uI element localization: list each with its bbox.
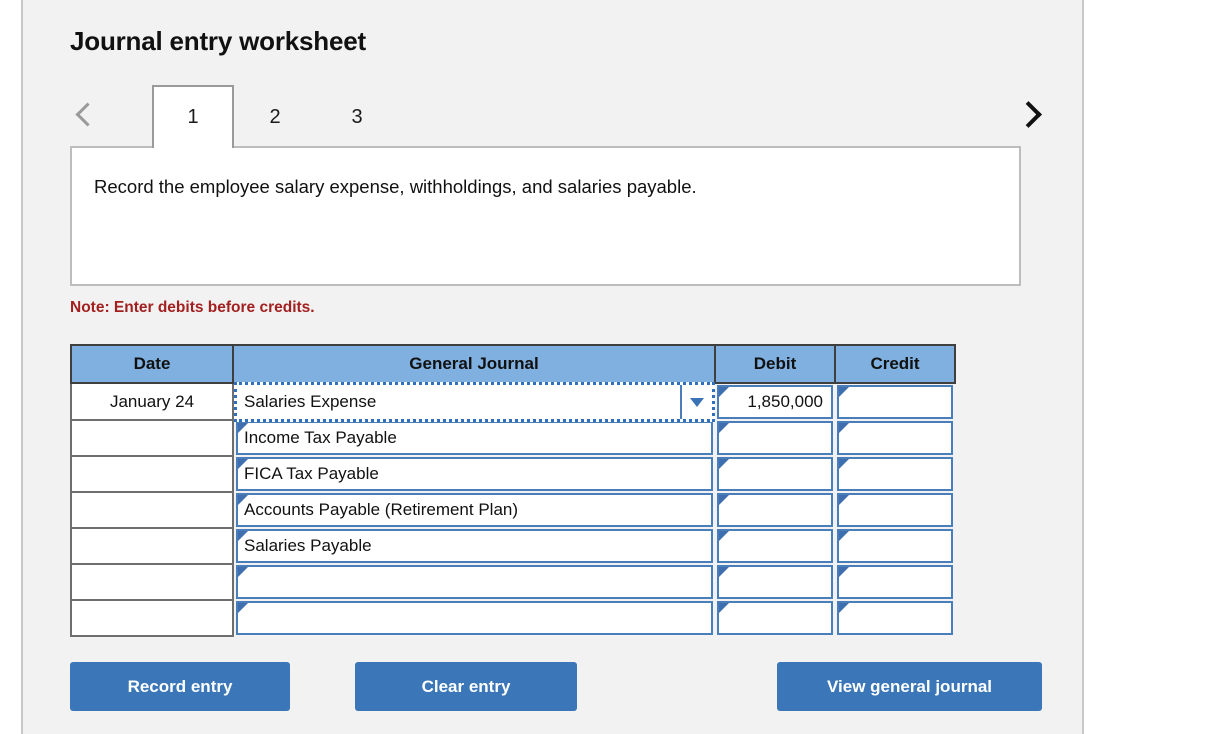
credit-input[interactable] bbox=[837, 565, 953, 599]
account-value: Salaries Payable bbox=[244, 536, 372, 555]
column-header-credit: Credit bbox=[834, 344, 956, 384]
clear-entry-button[interactable]: Clear entry bbox=[355, 662, 577, 711]
chevron-left-glyph bbox=[74, 101, 100, 127]
credit-cell[interactable] bbox=[835, 564, 955, 600]
credit-input[interactable] bbox=[837, 529, 953, 563]
account-select[interactable]: Salaries Expense bbox=[234, 382, 715, 422]
account-input[interactable]: Accounts Payable (Retirement Plan) bbox=[236, 493, 713, 527]
credit-cell[interactable] bbox=[835, 492, 955, 528]
account-value: FICA Tax Payable bbox=[244, 464, 379, 483]
date-cell[interactable] bbox=[70, 420, 234, 457]
credit-input[interactable] bbox=[837, 493, 953, 527]
worksheet-container: Journal entry worksheet 1 2 3 Record the… bbox=[70, 0, 1070, 734]
debits-before-credits-note: Note: Enter debits before credits. bbox=[70, 299, 315, 316]
account-cell[interactable]: FICA Tax Payable bbox=[233, 456, 715, 492]
debit-cell[interactable] bbox=[715, 600, 835, 636]
account-input[interactable]: FICA Tax Payable bbox=[236, 457, 713, 491]
credit-cell[interactable] bbox=[835, 383, 955, 420]
debit-cell[interactable]: 1,850,000 bbox=[715, 383, 835, 420]
credit-input[interactable] bbox=[837, 601, 953, 635]
date-cell[interactable] bbox=[70, 600, 234, 637]
action-button-row: Record entry Clear entry View general jo… bbox=[70, 662, 1045, 712]
view-general-journal-button[interactable]: View general journal bbox=[777, 662, 1042, 711]
debit-cell[interactable] bbox=[715, 456, 835, 492]
table-row: Accounts Payable (Retirement Plan) bbox=[70, 492, 955, 529]
credit-cell[interactable] bbox=[835, 456, 955, 492]
account-cell[interactable]: Salaries Expense bbox=[233, 382, 715, 422]
debit-value: 1,850,000 bbox=[747, 392, 823, 411]
debit-input[interactable] bbox=[717, 529, 833, 563]
tab-navigation: 1 2 3 bbox=[70, 85, 1045, 148]
debit-cell[interactable] bbox=[715, 420, 835, 456]
column-header-date: Date bbox=[70, 344, 234, 384]
table-row: Salaries Payable bbox=[70, 528, 955, 565]
date-cell[interactable]: January 24 bbox=[70, 383, 234, 421]
tab-list: 1 2 3 bbox=[152, 85, 398, 148]
screenshot-root: Journal entry worksheet 1 2 3 Record the… bbox=[0, 0, 1212, 734]
account-cell[interactable]: Accounts Payable (Retirement Plan) bbox=[233, 492, 715, 528]
credit-cell[interactable] bbox=[835, 600, 955, 636]
debit-input[interactable] bbox=[717, 601, 833, 635]
debit-input[interactable]: 1,850,000 bbox=[717, 385, 833, 419]
account-input[interactable]: Income Tax Payable bbox=[236, 421, 713, 455]
account-cell[interactable] bbox=[233, 564, 715, 600]
table-row bbox=[70, 600, 955, 637]
account-input[interactable]: Salaries Payable bbox=[236, 529, 713, 563]
content-panel: Journal entry worksheet 1 2 3 Record the… bbox=[21, 0, 1084, 734]
credit-input[interactable] bbox=[837, 421, 953, 455]
account-cell[interactable]: Income Tax Payable bbox=[233, 420, 715, 456]
debit-input[interactable] bbox=[717, 457, 833, 491]
table-header-row: Date General Journal Debit Credit bbox=[70, 344, 956, 384]
table-row: January 24 Salaries Expense 1,850,000 bbox=[70, 382, 955, 422]
chevron-down-glyph bbox=[690, 397, 704, 407]
credit-input[interactable] bbox=[837, 385, 953, 419]
journal-entry-table: Date General Journal Debit Credit Januar… bbox=[70, 344, 956, 637]
chevron-right-icon[interactable] bbox=[1011, 85, 1045, 143]
debit-input[interactable] bbox=[717, 565, 833, 599]
credit-cell[interactable] bbox=[835, 528, 955, 564]
debit-cell[interactable] bbox=[715, 492, 835, 528]
chevron-down-icon[interactable] bbox=[680, 385, 712, 419]
column-header-debit: Debit bbox=[714, 344, 836, 384]
date-cell[interactable] bbox=[70, 564, 234, 601]
date-cell[interactable] bbox=[70, 492, 234, 529]
instruction-panel: Record the employee salary expense, with… bbox=[70, 146, 1021, 286]
date-cell[interactable] bbox=[70, 456, 234, 493]
table-row: FICA Tax Payable bbox=[70, 456, 955, 493]
debit-cell[interactable] bbox=[715, 528, 835, 564]
account-input[interactable] bbox=[236, 601, 713, 635]
chevron-left-icon[interactable] bbox=[70, 85, 104, 143]
column-header-general-journal: General Journal bbox=[232, 344, 716, 384]
date-cell[interactable] bbox=[70, 528, 234, 565]
debit-cell[interactable] bbox=[715, 564, 835, 600]
account-cell[interactable] bbox=[233, 600, 715, 636]
page-title: Journal entry worksheet bbox=[70, 26, 366, 56]
account-value: Income Tax Payable bbox=[244, 428, 397, 447]
debit-input[interactable] bbox=[717, 421, 833, 455]
record-entry-button[interactable]: Record entry bbox=[70, 662, 290, 711]
tab-2[interactable]: 2 bbox=[234, 85, 316, 148]
account-input[interactable] bbox=[236, 565, 713, 599]
credit-cell[interactable] bbox=[835, 420, 955, 456]
tab-3[interactable]: 3 bbox=[316, 85, 398, 148]
tab-1[interactable]: 1 bbox=[152, 85, 234, 148]
account-value: Accounts Payable (Retirement Plan) bbox=[244, 500, 519, 519]
instruction-text: Record the employee salary expense, with… bbox=[94, 176, 697, 197]
credit-input[interactable] bbox=[837, 457, 953, 491]
chevron-right-glyph bbox=[1014, 100, 1042, 128]
debit-input[interactable] bbox=[717, 493, 833, 527]
account-value: Salaries Expense bbox=[244, 392, 377, 411]
account-cell[interactable]: Salaries Payable bbox=[233, 528, 715, 564]
table-row bbox=[70, 564, 955, 601]
table-row: Income Tax Payable bbox=[70, 420, 955, 457]
